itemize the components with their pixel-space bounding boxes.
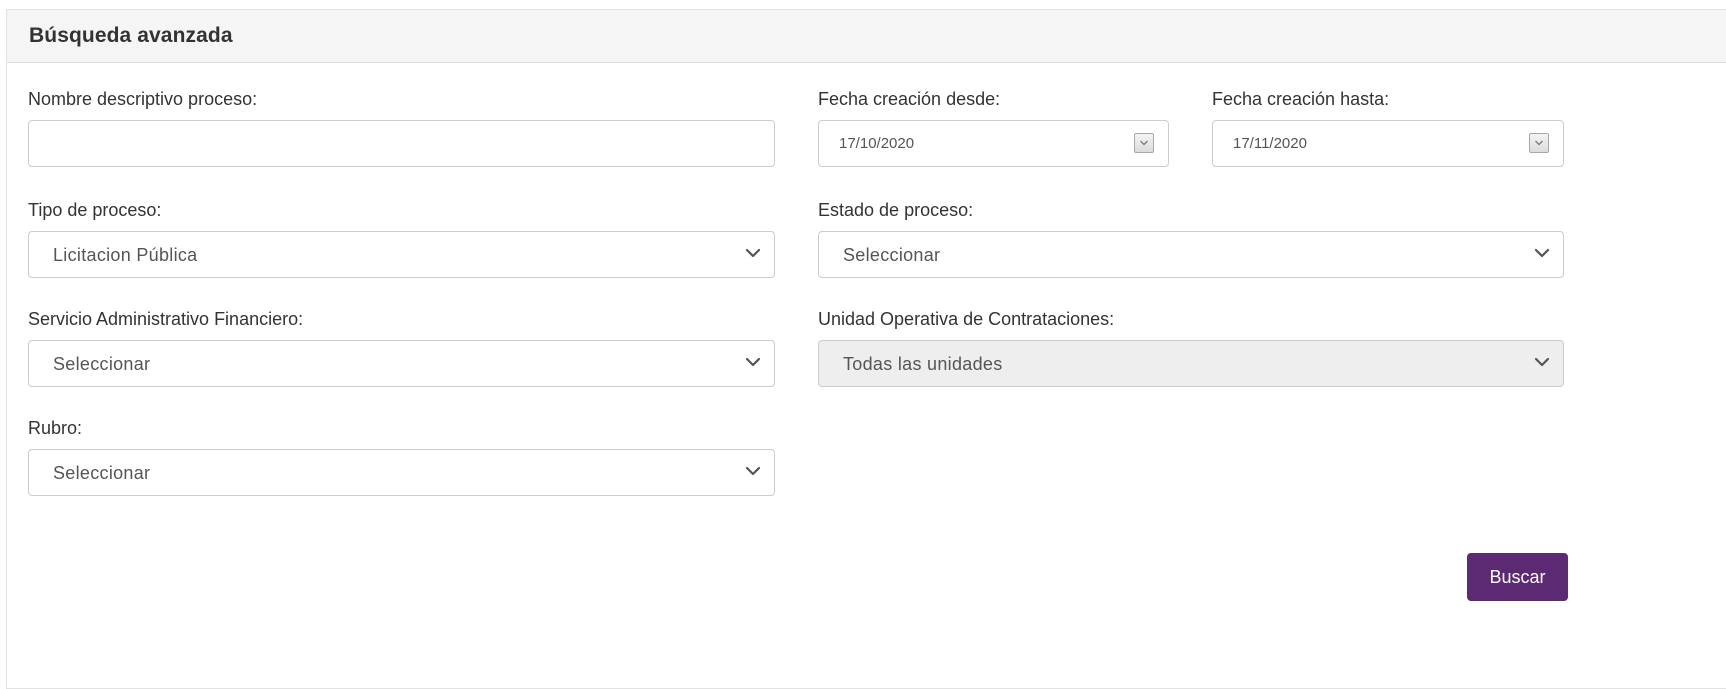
fecha-hasta-input[interactable]: 17/11/2020 [1212,120,1564,167]
rubro-selected: Seleccionar [53,463,151,483]
panel-title: Búsqueda avanzada [29,24,233,47]
unidad-operativa-selected: Todas las unidades [843,354,1003,374]
chevron-down-icon [745,466,761,476]
servicio-admin-label: Servicio Administrativo Financiero: [28,309,304,329]
estado-proceso-select[interactable]: Seleccionar [818,231,1564,278]
chevron-down-icon [1534,357,1550,367]
nombre-label: Nombre descriptivo proceso: [28,89,258,109]
chevron-down-icon [745,357,761,367]
estado-proceso-label: Estado de proceso: [818,200,974,220]
fecha-desde-input[interactable]: 17/10/2020 [818,120,1169,167]
nombre-input[interactable] [28,120,775,167]
tipo-proceso-label: Tipo de proceso: [28,200,162,220]
calendar-dropdown-icon[interactable] [1529,133,1549,153]
panel-header: Búsqueda avanzada [7,10,1726,63]
search-button[interactable]: Buscar [1467,553,1568,601]
chevron-down-icon [745,248,761,258]
unidad-operativa-label: Unidad Operativa de Contrataciones: [818,309,1115,329]
servicio-admin-select[interactable]: Seleccionar [28,340,775,387]
rubro-select[interactable]: Seleccionar [28,449,775,496]
unidad-operativa-select[interactable]: Todas las unidades [818,340,1564,387]
rubro-label: Rubro: [28,418,83,438]
tipo-proceso-select[interactable]: Licitacion Pública [28,231,775,278]
servicio-admin-selected: Seleccionar [53,354,151,374]
fecha-hasta-label: Fecha creación hasta: [1212,89,1390,109]
fecha-hasta-value: 17/11/2020 [1233,135,1307,152]
fecha-desde-value: 17/10/2020 [839,135,915,152]
chevron-down-icon [1534,248,1550,258]
estado-proceso-selected: Seleccionar [843,245,941,265]
fecha-desde-label: Fecha creación desde: [818,89,1001,109]
tipo-proceso-selected: Licitacion Pública [53,245,198,265]
calendar-dropdown-icon[interactable] [1134,133,1154,153]
